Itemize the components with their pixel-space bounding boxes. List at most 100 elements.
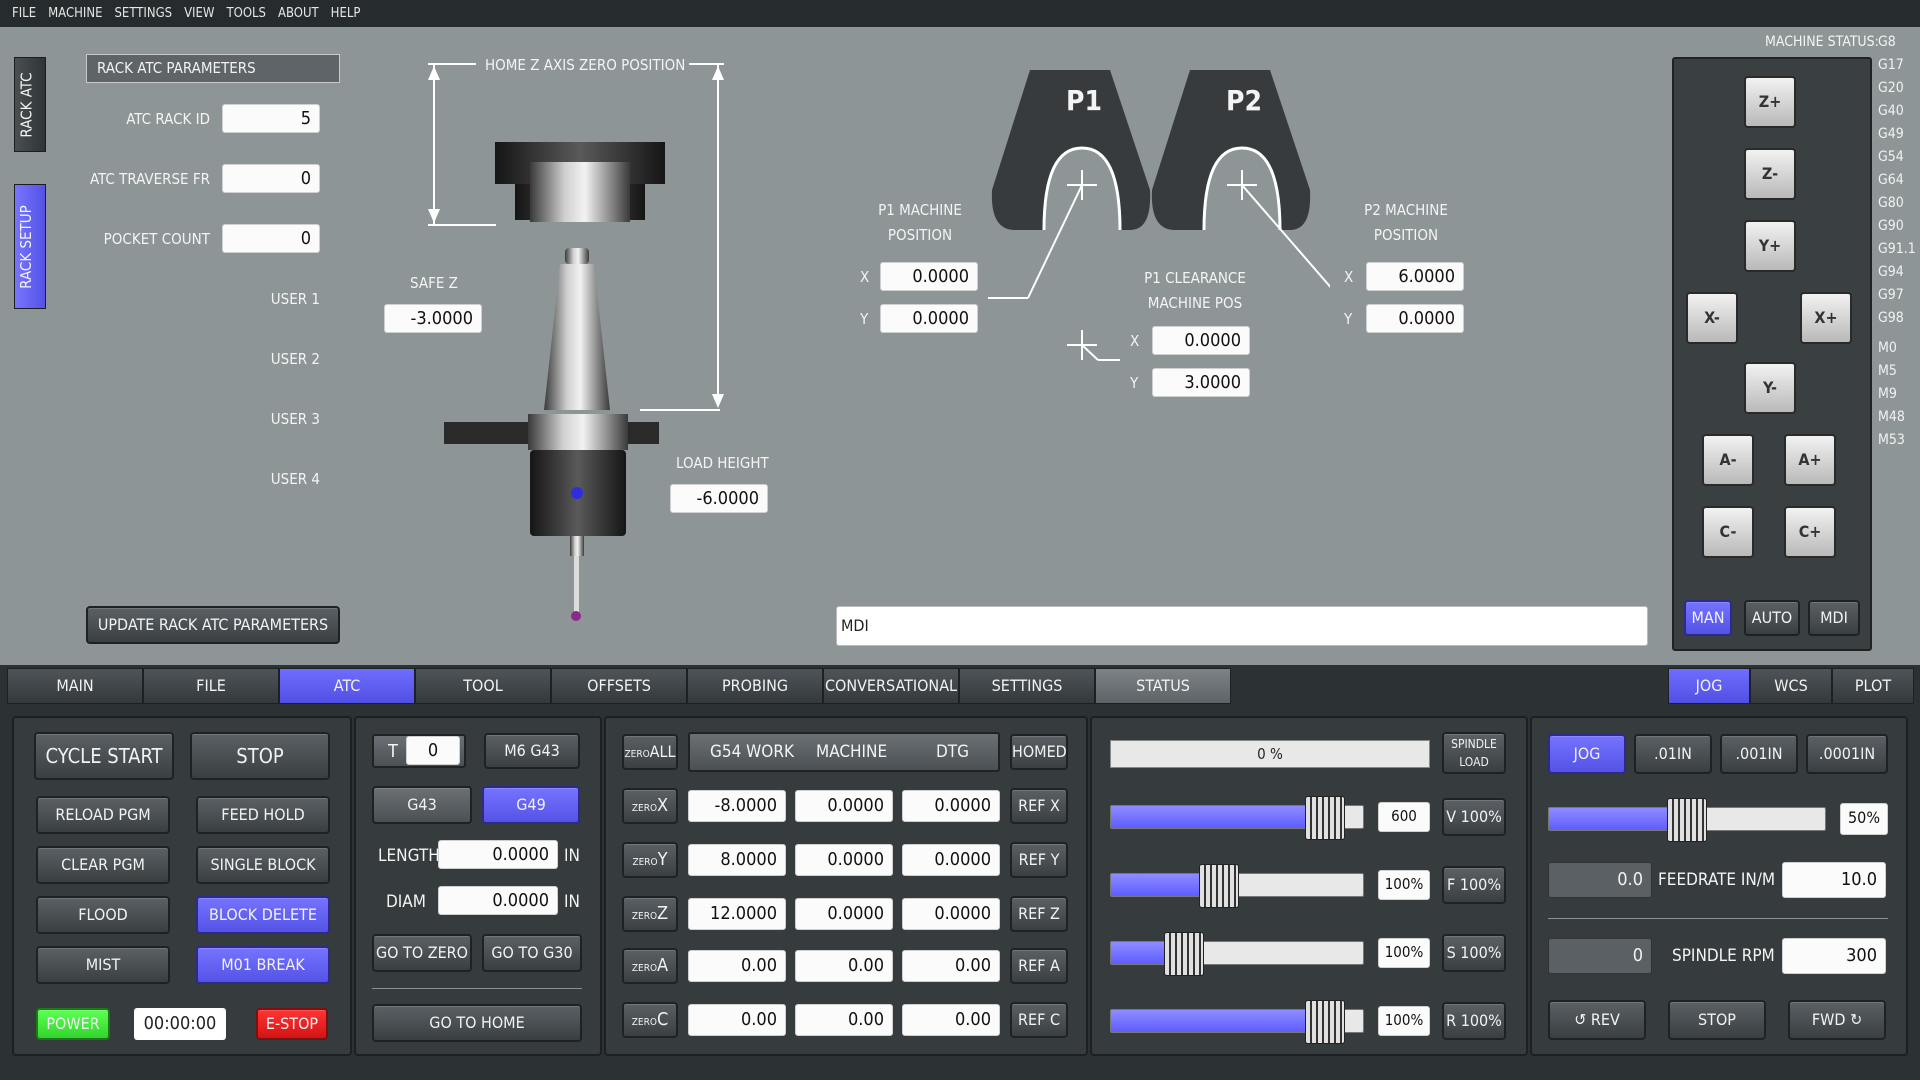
tab-main[interactable]: MAIN	[7, 668, 143, 704]
mode-auto-button[interactable]: AUTO	[1744, 600, 1800, 636]
g43-button[interactable]: G43	[372, 786, 472, 824]
ref-c-button[interactable]: REF C	[1010, 1002, 1068, 1038]
velocity-reset-button[interactable]: V 100%	[1442, 798, 1506, 836]
reload-program-button[interactable]: RELOAD PGM	[36, 796, 170, 834]
tab-probing[interactable]: PROBING	[687, 668, 823, 704]
jog-z-minus-button[interactable]: Z-	[1744, 148, 1796, 200]
block-delete-button[interactable]: BLOCK DELETE	[196, 896, 330, 934]
jog-rate-slider[interactable]	[1548, 798, 1826, 842]
mdi-input[interactable]: MDI	[836, 606, 1648, 646]
p1-x-field[interactable]: 0.0000	[880, 262, 978, 291]
rack-id-field[interactable]: 5	[222, 104, 320, 133]
estop-button[interactable]: E-STOP	[256, 1008, 328, 1040]
feed-slider[interactable]	[1110, 864, 1364, 908]
clear-program-button[interactable]: CLEAR PGM	[36, 846, 170, 884]
go-to-home-button[interactable]: GO TO HOME	[372, 1004, 582, 1042]
velocity-knob[interactable]	[1305, 796, 1345, 840]
menu-settings[interactable]: SETTINGS	[115, 0, 173, 27]
jog-c-plus-button[interactable]: C+	[1784, 506, 1836, 558]
velocity-slider[interactable]	[1110, 796, 1364, 840]
x-work-field[interactable]: -8.0000	[688, 790, 786, 822]
menu-tools[interactable]: TOOLS	[226, 0, 266, 27]
y-work-field[interactable]: 8.0000	[688, 844, 786, 876]
increment-01-button[interactable]: .01IN	[1634, 734, 1712, 774]
spindle-fwd-button[interactable]: FWD ↻	[1788, 1000, 1886, 1040]
g49-button[interactable]: G49	[482, 786, 580, 824]
jog-z-plus-button[interactable]: Z+	[1744, 76, 1796, 128]
cycle-start-button[interactable]: CYCLE START	[34, 732, 174, 780]
jog-x-plus-button[interactable]: X+	[1800, 292, 1852, 344]
p2-x-field[interactable]: 6.0000	[1366, 262, 1464, 291]
mode-mdi-button[interactable]: MDI	[1808, 600, 1860, 636]
zero-c-button[interactable]: ZEROC	[622, 1002, 678, 1038]
tab-atc[interactable]: ATC	[279, 668, 415, 704]
increment-0001-button[interactable]: .0001IN	[1806, 734, 1888, 774]
ref-z-button[interactable]: REF Z	[1010, 896, 1068, 932]
jog-c-minus-button[interactable]: C-	[1702, 506, 1754, 558]
length-field[interactable]: 0.0000	[438, 840, 558, 869]
mode-man-button[interactable]: MAN	[1684, 600, 1732, 636]
ref-y-button[interactable]: REF Y	[1010, 842, 1068, 878]
jog-x-minus-button[interactable]: X-	[1686, 292, 1738, 344]
flood-button[interactable]: FLOOD	[36, 896, 170, 934]
tab-jog[interactable]: JOG	[1668, 668, 1750, 704]
tab-settings[interactable]: SETTINGS	[959, 668, 1095, 704]
single-block-button[interactable]: SINGLE BLOCK	[196, 846, 330, 884]
go-to-g30-button[interactable]: GO TO G30	[482, 934, 582, 972]
feed-hold-button[interactable]: FEED HOLD	[196, 796, 330, 834]
zero-y-button[interactable]: ZEROY	[622, 842, 678, 878]
update-rack-button[interactable]: UPDATE RACK ATC PARAMETERS	[86, 606, 340, 644]
spindle-knob[interactable]	[1164, 932, 1204, 976]
jog-y-minus-button[interactable]: Y-	[1744, 362, 1796, 414]
menu-machine[interactable]: MACHINE	[48, 0, 102, 27]
ref-a-button[interactable]: REF A	[1010, 948, 1068, 984]
tab-plot[interactable]: PLOT	[1832, 668, 1914, 704]
menu-view[interactable]: VIEW	[184, 0, 214, 27]
menu-help[interactable]: HELP	[331, 0, 361, 27]
tab-status[interactable]: STATUS	[1095, 668, 1231, 704]
zero-x-button[interactable]: ZEROX	[622, 788, 678, 824]
feed-reset-button[interactable]: F 100%	[1442, 866, 1506, 904]
tab-wcs[interactable]: WCS	[1750, 668, 1832, 704]
traverse-field[interactable]: 0	[222, 164, 320, 193]
load-height-field[interactable]: -6.0000	[670, 484, 768, 513]
tab-tool[interactable]: TOOL	[415, 668, 551, 704]
feed-knob[interactable]	[1199, 864, 1239, 908]
m01-break-button[interactable]: M01 BREAK	[196, 946, 330, 984]
tab-offsets[interactable]: OFFSETS	[551, 668, 687, 704]
safe-z-field[interactable]: -3.0000	[384, 304, 482, 333]
a-work-field[interactable]: 0.00	[688, 950, 786, 982]
spindle-rpm-field[interactable]: 300	[1782, 938, 1886, 974]
jog-mode-button[interactable]: JOG	[1548, 734, 1626, 774]
m6-g43-button[interactable]: M6 G43	[484, 733, 580, 769]
tab-rack-setup[interactable]: RACK SETUP	[14, 184, 46, 309]
mist-button[interactable]: MIST	[36, 946, 170, 984]
clear-y-field[interactable]: 3.0000	[1152, 368, 1250, 397]
pocket-field[interactable]: 0	[222, 224, 320, 253]
rapid-slider[interactable]	[1110, 1000, 1364, 1044]
tab-file[interactable]: FILE	[143, 668, 279, 704]
spindle-rev-button[interactable]: ↺ REV	[1548, 1000, 1646, 1040]
p1-y-field[interactable]: 0.0000	[880, 304, 978, 333]
tab-rack-atc[interactable]: RACK ATC	[14, 57, 46, 152]
power-button[interactable]: POWER	[36, 1008, 110, 1040]
rapid-reset-button[interactable]: R 100%	[1442, 1002, 1506, 1040]
stop-button[interactable]: STOP	[190, 732, 330, 780]
zero-a-button[interactable]: ZEROA	[622, 948, 678, 984]
c-work-field[interactable]: 0.00	[688, 1004, 786, 1036]
jog-a-plus-button[interactable]: A+	[1784, 434, 1836, 486]
jog-a-minus-button[interactable]: A-	[1702, 434, 1754, 486]
zero-z-button[interactable]: ZEROZ	[622, 896, 678, 932]
go-to-zero-button[interactable]: GO TO ZERO	[372, 934, 472, 972]
homed-indicator[interactable]: HOMED	[1010, 734, 1068, 770]
jog-y-plus-button[interactable]: Y+	[1744, 220, 1796, 272]
clear-x-field[interactable]: 0.0000	[1152, 326, 1250, 355]
spindle-slider[interactable]	[1110, 932, 1364, 976]
p2-y-field[interactable]: 0.0000	[1366, 304, 1464, 333]
ref-x-button[interactable]: REF X	[1010, 788, 1068, 824]
feedrate-field[interactable]: 10.0	[1782, 862, 1886, 898]
diam-field[interactable]: 0.0000	[438, 886, 558, 915]
zero-all-button[interactable]: ZEROALL	[622, 734, 678, 770]
jog-rate-knob[interactable]	[1667, 798, 1707, 842]
spindle-stop-button[interactable]: STOP	[1668, 1000, 1766, 1040]
